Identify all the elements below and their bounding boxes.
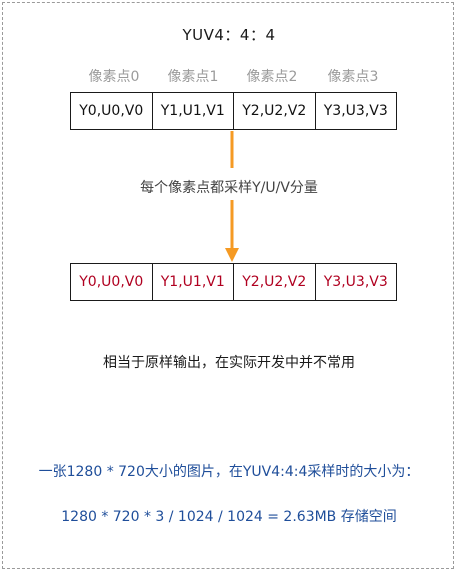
usage-note: 相当于原样输出，在实际开发中并不常用: [103, 355, 355, 371]
output-pixel-row: Y0,U0,V0 Y1,U1,V1 Y2,U2,V2 Y3,U3,V3: [70, 263, 397, 301]
output-cell-0: Y0,U0,V0: [71, 264, 153, 300]
output-cell-2: Y2,U2,V2: [234, 264, 316, 300]
calc-result: 1280 * 720 * 3 / 1024 / 1024 = 2.63MB 存储…: [61, 509, 397, 525]
output-cell-1: Y1,U1,V1: [153, 264, 234, 300]
calc-question: 一张1280 * 720大小的图片，在YUV4:4:4采样时的大小为：: [38, 464, 420, 480]
arrow-caption: 每个像素点都采样Y/U/V分量: [140, 180, 318, 196]
output-cell-3: Y3,U3,V3: [323, 274, 388, 290]
arrow-head: [225, 248, 239, 262]
